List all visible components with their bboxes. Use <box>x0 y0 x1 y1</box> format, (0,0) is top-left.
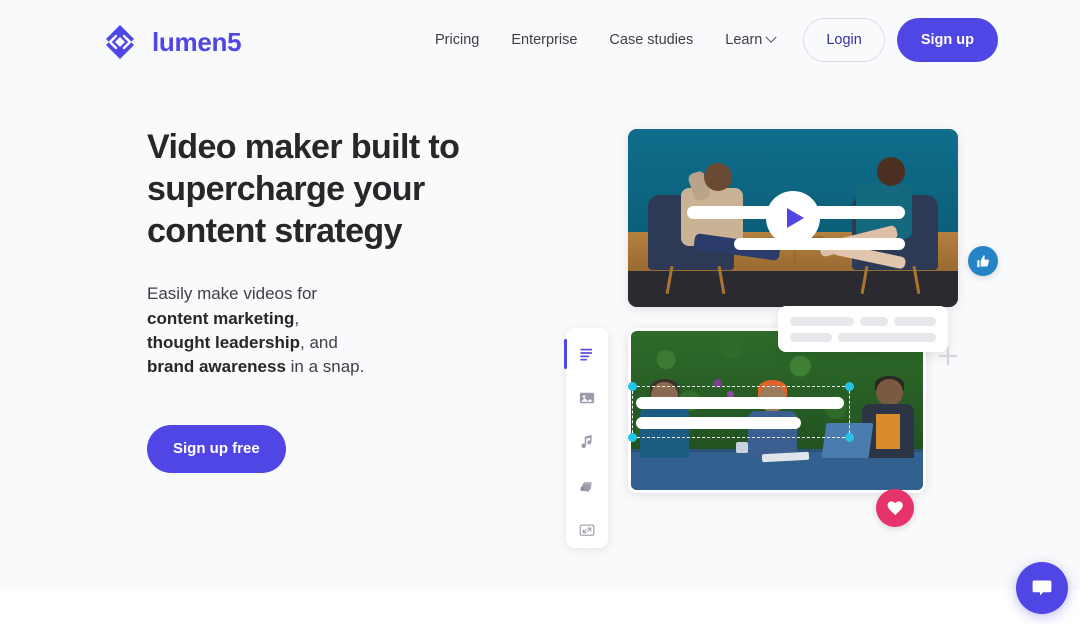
layers-icon <box>579 481 592 492</box>
play-triangle-icon <box>787 208 804 228</box>
selection-handle[interactable] <box>628 382 637 391</box>
brand-logo[interactable]: lumen5 <box>100 22 242 62</box>
thumbs-up-icon <box>976 254 989 267</box>
nav-label: Pricing <box>435 32 480 48</box>
placeholder-bar <box>790 317 854 326</box>
interview-video-preview[interactable] <box>628 129 958 307</box>
hero-copy: Video maker built to supercharge your co… <box>147 126 547 473</box>
site-header: lumen5 Pricing Enterprise Case studies L… <box>0 0 1080 82</box>
selection-handle[interactable] <box>628 433 637 442</box>
text-lines-icon <box>580 348 593 361</box>
placeholder-bar <box>894 317 936 326</box>
lumen5-diamond-logo-icon <box>100 22 140 62</box>
like-badge[interactable] <box>968 246 998 276</box>
subhead-lead: Easily make videos for <box>147 284 318 304</box>
rail-item-media[interactable] <box>574 385 600 411</box>
heart-icon <box>887 500 903 515</box>
rail-item-layout[interactable] <box>574 517 600 543</box>
selection-handle[interactable] <box>845 382 854 391</box>
text-selection-box[interactable] <box>628 382 854 442</box>
subhead-bold-3: brand awareness <box>147 356 286 376</box>
hero-subheadline: Easily make videos for content marketing… <box>147 282 547 379</box>
page-root: lumen5 Pricing Enterprise Case studies L… <box>0 0 1080 624</box>
placeholder-bar <box>790 333 832 342</box>
nav-label: Enterprise <box>511 32 578 48</box>
page-title: Video maker built to supercharge your co… <box>147 128 460 251</box>
rail-item-stickers[interactable] <box>574 473 600 499</box>
subhead-tail: in a snap. <box>285 356 365 376</box>
brand-name: lumen5 <box>152 26 242 57</box>
subhead-bold-2: thought leadership <box>147 332 300 352</box>
chevron-down-icon <box>765 31 778 43</box>
nav-label: Learn <box>725 32 763 48</box>
placeholder-bar <box>838 333 936 342</box>
rail-item-text[interactable] <box>564 339 600 369</box>
chat-widget-button[interactable] <box>1016 562 1068 614</box>
video-text-bar <box>636 397 844 409</box>
nav-label: Case studies <box>609 32 694 48</box>
text-placeholder-card[interactable] <box>778 306 948 352</box>
move-crosshair-icon <box>938 346 958 366</box>
hero-illustration <box>556 120 1026 550</box>
selection-handle[interactable] <box>845 433 854 442</box>
placeholder-bar <box>860 317 888 326</box>
play-button[interactable] <box>766 191 820 245</box>
music-note-icon <box>581 435 592 448</box>
signup-button[interactable]: Sign up <box>896 18 998 62</box>
login-button[interactable]: Login <box>803 18 885 62</box>
subhead-mid: , and <box>300 332 338 352</box>
rail-item-music[interactable] <box>574 429 600 455</box>
nav-link-enterprise[interactable]: Enterprise <box>495 18 593 62</box>
video-text-bar <box>636 417 801 429</box>
editor-toolbar-rail <box>564 328 608 548</box>
heart-badge[interactable] <box>876 489 914 527</box>
chat-bubble-icon <box>1032 580 1052 596</box>
subhead-bold-1: content marketing <box>147 308 295 328</box>
expand-frame-icon <box>579 524 595 536</box>
nav-link-pricing[interactable]: Pricing <box>419 18 495 62</box>
nav-link-learn[interactable]: Learn <box>709 18 791 62</box>
active-indicator <box>564 339 567 369</box>
signup-free-button[interactable]: Sign up free <box>147 424 286 473</box>
nav-link-case-studies[interactable]: Case studies <box>593 18 709 62</box>
image-icon <box>579 392 595 404</box>
subhead-comma: , <box>294 308 300 328</box>
main-navigation: Pricing Enterprise Case studies Learn Lo… <box>419 18 998 62</box>
